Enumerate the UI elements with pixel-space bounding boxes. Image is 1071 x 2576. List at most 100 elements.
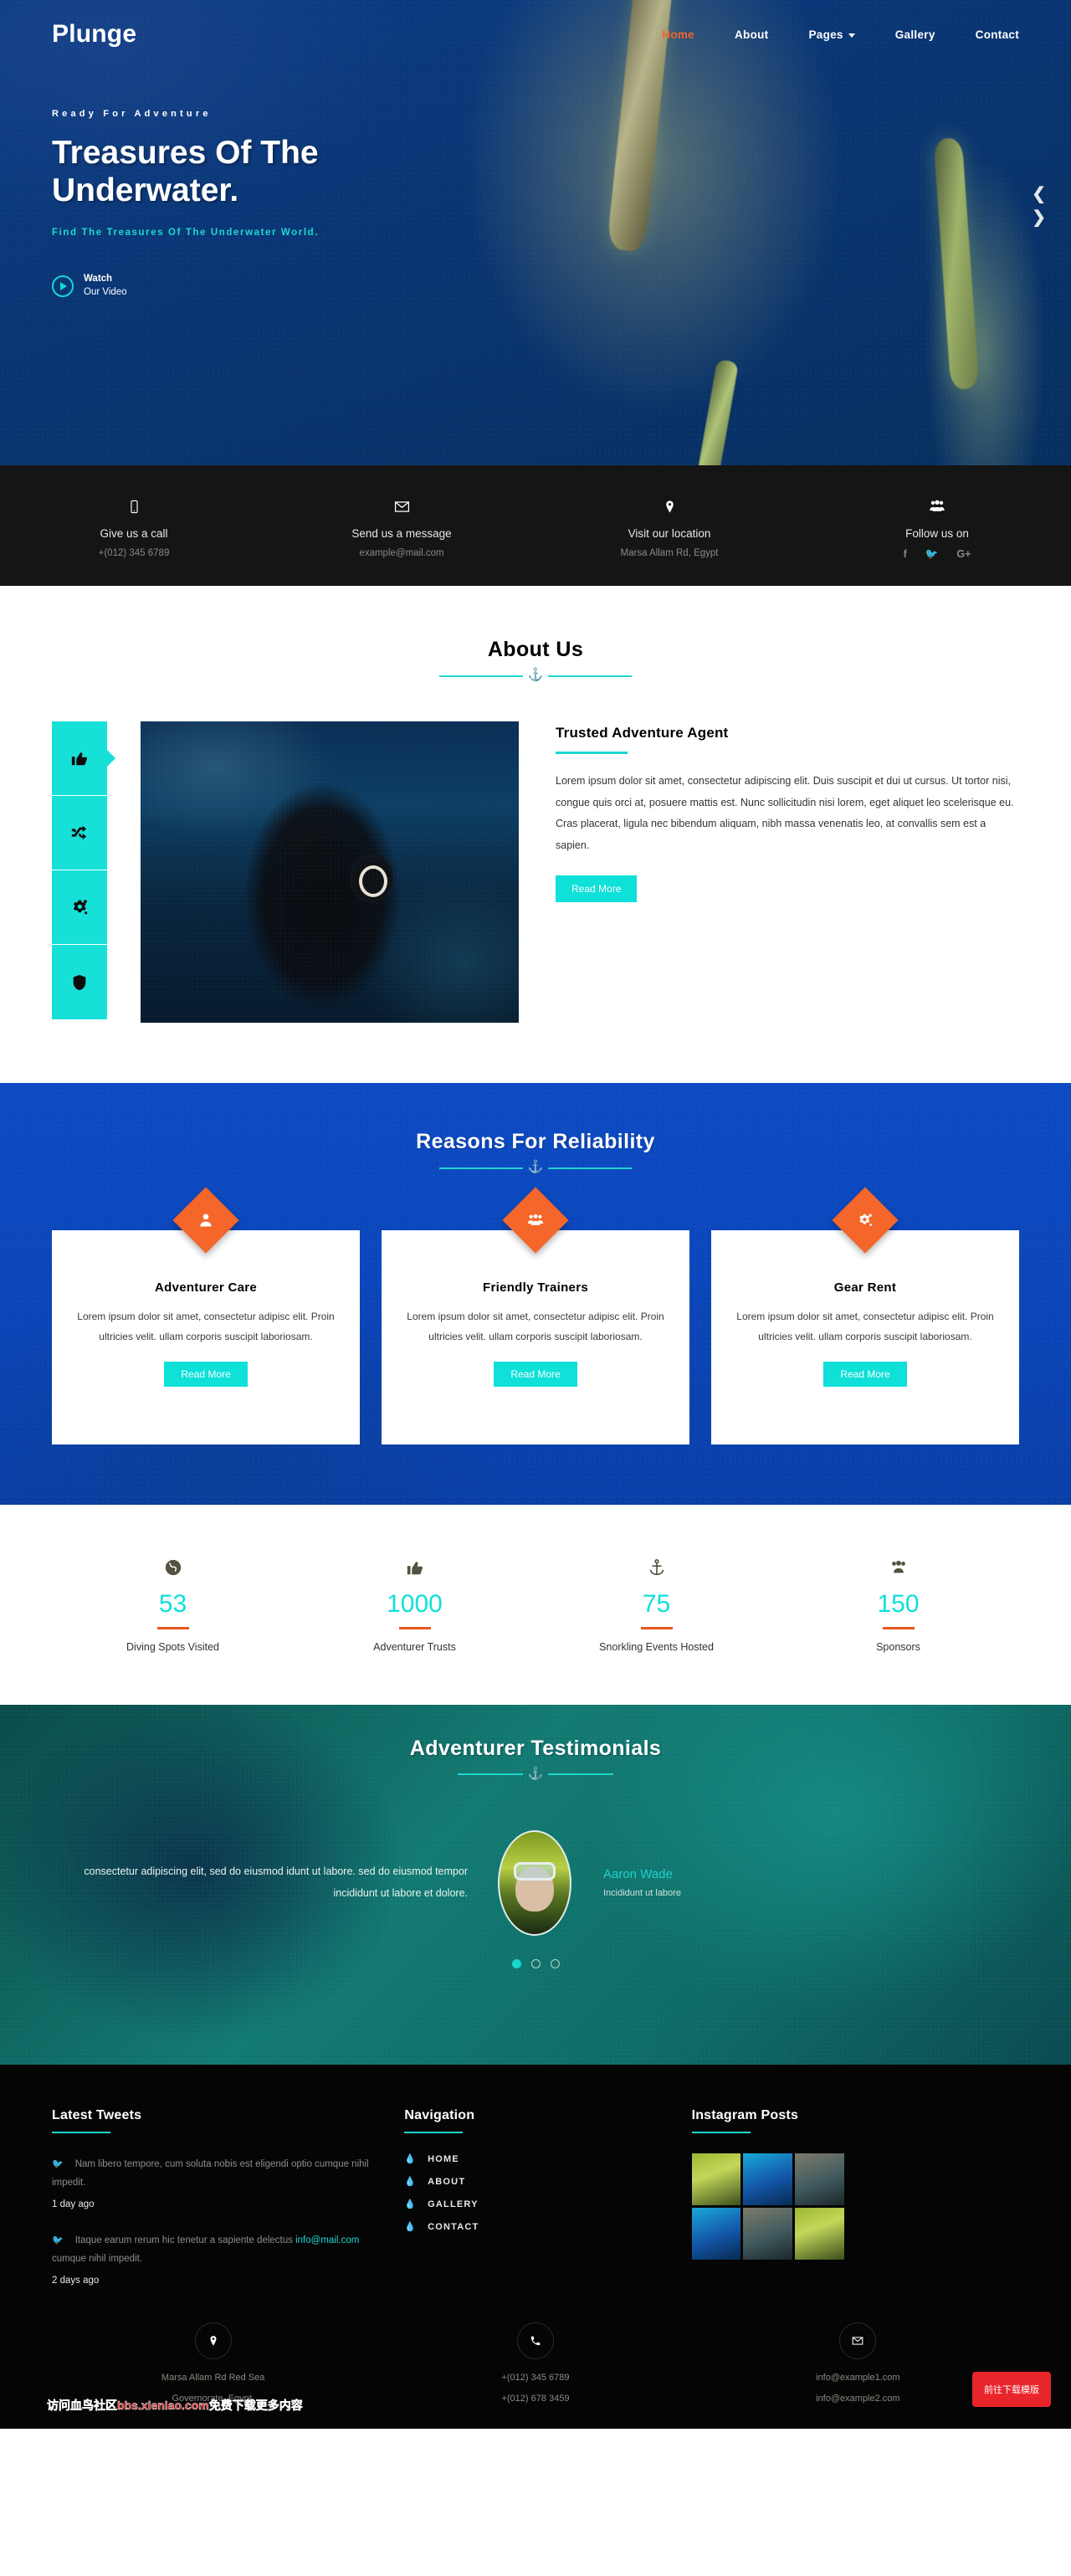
counter-label: Adventurer Trusts xyxy=(373,1640,456,1653)
map-pin-icon xyxy=(194,2322,232,2359)
chevron-right-icon[interactable]: ❯ xyxy=(1032,209,1046,226)
footer-heading: Instagram Posts xyxy=(691,2107,799,2122)
reason-read-more-button[interactable]: Read More xyxy=(823,1362,907,1387)
about-tab-shuffle[interactable] xyxy=(52,796,107,870)
kelp-decoration-3 xyxy=(696,358,739,465)
droplet-icon: 💧 xyxy=(404,2177,417,2187)
nav-label: Home xyxy=(662,28,694,41)
users-icon xyxy=(777,1555,1019,1580)
counter-item: 53 Diving Spots Visited xyxy=(52,1555,294,1653)
instagram-thumb[interactable] xyxy=(691,2208,741,2260)
twitter-icon[interactable]: 🐦 xyxy=(925,548,939,561)
contact-message: Send us a message example@mail.com xyxy=(268,495,536,561)
google-plus-icon[interactable]: G+ xyxy=(956,548,971,561)
droplet-icon: 💧 xyxy=(404,2154,417,2164)
counters-section: 53 Diving Spots Visited 1000 Adventurer … xyxy=(0,1505,1071,1705)
tweet-item: 🐦 Nam libero tempore, cum soluta nobis es… xyxy=(52,2155,379,2209)
chevron-left-icon[interactable]: ❮ xyxy=(1032,186,1046,203)
envelope-icon xyxy=(839,2322,877,2359)
contact-value[interactable]: +(012) 345 6789 xyxy=(0,548,268,558)
facebook-icon[interactable]: f xyxy=(904,548,907,561)
reason-read-more-button[interactable]: Read More xyxy=(164,1362,248,1387)
reason-icon-badge xyxy=(172,1187,239,1254)
nav-item-home[interactable]: Home xyxy=(662,28,694,41)
footer-heading-underline xyxy=(52,2131,110,2133)
nav-label: Pages xyxy=(808,28,843,41)
counter-number: 1000 xyxy=(387,1590,443,1618)
testimonial-item: consectetur adipiscing elit, sed do eius… xyxy=(0,1829,1071,1936)
testimonials-inner: Adventurer Testimonials ⚓ consectetur ad… xyxy=(0,1705,1071,1968)
footer-nav-item-contact[interactable]: 💧 CONTACT xyxy=(404,2221,666,2233)
instagram-thumb[interactable] xyxy=(794,2208,844,2260)
tweet-email-link[interactable]: info@mail.com xyxy=(295,2235,359,2245)
reasons-section: Reasons For Reliability ⚓ Adventurer Car… xyxy=(0,1083,1071,1505)
counter-label: Diving Spots Visited xyxy=(126,1640,219,1653)
about-tab-shield[interactable] xyxy=(52,945,107,1019)
watch-video-label: Watch Our Video xyxy=(84,273,127,299)
testimonial-author-role: Incididunt ut labore xyxy=(603,1888,681,1898)
about-read-more-button[interactable]: Read More xyxy=(556,875,638,902)
footer-nav-item-gallery[interactable]: 💧 GALLERY xyxy=(404,2199,666,2210)
footer-heading: Latest Tweets xyxy=(52,2107,142,2122)
contact-info-strip: Give us a call +(012) 345 6789 Send us a… xyxy=(0,465,1071,586)
testimonial-dot-2[interactable] xyxy=(530,1958,541,1968)
footer-address-line-1: Marsa Allam Rd Red Sea xyxy=(161,2372,265,2383)
droplet-icon: 💧 xyxy=(404,2222,417,2232)
footer-nav-item-home[interactable]: 💧 HOME xyxy=(404,2153,666,2165)
testimonial-dot-3[interactable] xyxy=(550,1958,560,1968)
reason-text: Lorem ipsum dolor sit amet, consectetur … xyxy=(736,1311,994,1342)
footer-nav-item-about[interactable]: 💧 ABOUT xyxy=(404,2176,666,2188)
testimonial-author-block: Aaron Wade Incididunt ut labore xyxy=(590,1867,1019,1898)
counter-label: Snorkling Events Hosted xyxy=(599,1640,714,1653)
map-pin-icon xyxy=(536,495,803,517)
testimonial-quote: consectetur adipiscing elit, sed do eius… xyxy=(84,1865,468,1899)
gears-icon xyxy=(859,1214,872,1226)
counter-item: 150 Sponsors xyxy=(777,1555,1019,1653)
footer-email-block: info@example1.com info@example2.com xyxy=(697,2322,1019,2404)
nav-item-about[interactable]: About xyxy=(735,28,768,41)
hero-eyebrow: Ready For Adventure xyxy=(52,109,212,119)
phone-icon xyxy=(516,2322,554,2359)
about-tab-gears[interactable] xyxy=(52,870,107,945)
about-heading-block: About Us ⚓ xyxy=(0,638,1071,681)
mobile-phone-icon xyxy=(0,495,268,517)
download-template-button[interactable]: 前往下载模版 xyxy=(972,2371,1051,2407)
section-title: About Us xyxy=(487,638,584,661)
watch-video-button[interactable]: Watch Our Video xyxy=(52,273,1071,299)
instagram-thumb[interactable] xyxy=(794,2153,844,2205)
section-title: Adventurer Testimonials xyxy=(409,1736,662,1760)
contact-value[interactable]: example@mail.com xyxy=(268,548,536,558)
hero-title-line-1: Treasures Of The xyxy=(52,135,319,171)
gears-icon xyxy=(73,900,88,915)
globe-icon xyxy=(52,1555,294,1580)
footer-email-line-2[interactable]: info@example2.com xyxy=(697,2394,1019,2404)
nav-item-gallery[interactable]: Gallery xyxy=(895,28,935,41)
testimonial-dot-1[interactable] xyxy=(511,1958,521,1968)
about-tab-thumbs-up[interactable] xyxy=(52,721,107,796)
instagram-thumb[interactable] xyxy=(743,2153,792,2205)
footer-phone-line-2[interactable]: +(012) 678 3459 xyxy=(374,2394,696,2404)
instagram-thumb[interactable] xyxy=(691,2153,741,2205)
chevron-down-icon xyxy=(848,33,855,38)
shield-icon xyxy=(73,974,86,990)
about-title-underline xyxy=(556,752,628,754)
contact-location: Visit our location Marsa Allam Rd, Egypt xyxy=(536,495,803,561)
footer-instagram-column: Instagram Posts xyxy=(691,2107,1019,2286)
hero-title-line-2: Underwater. xyxy=(52,172,239,209)
reason-read-more-button[interactable]: Read More xyxy=(494,1362,577,1387)
footer-phone-line-1[interactable]: +(012) 345 6789 xyxy=(374,2373,696,2383)
watch-top-label: Watch xyxy=(84,274,113,285)
footer-section: Latest Tweets 🐦 Nam libero tempore, cum s… xyxy=(0,2064,1071,2286)
site-logo[interactable]: Plunge xyxy=(52,20,136,49)
testimonials-heading-block: Adventurer Testimonials ⚓ xyxy=(0,1737,1071,1780)
footer-heading: Navigation xyxy=(404,2107,475,2122)
instagram-thumb[interactable] xyxy=(743,2208,792,2260)
droplet-icon: 💧 xyxy=(404,2199,417,2209)
footer-email-line-1[interactable]: info@example1.com xyxy=(697,2373,1019,2383)
reason-text: Lorem ipsum dolor sit amet, consectetur … xyxy=(407,1311,664,1342)
anchor-icon: ⚓ xyxy=(527,1766,544,1781)
nav-item-pages[interactable]: Pages xyxy=(808,28,855,41)
counter-number: 150 xyxy=(877,1590,920,1618)
footer-phone-block: +(012) 345 6789 +(012) 678 3459 xyxy=(374,2322,696,2404)
nav-item-contact[interactable]: Contact xyxy=(976,28,1019,41)
